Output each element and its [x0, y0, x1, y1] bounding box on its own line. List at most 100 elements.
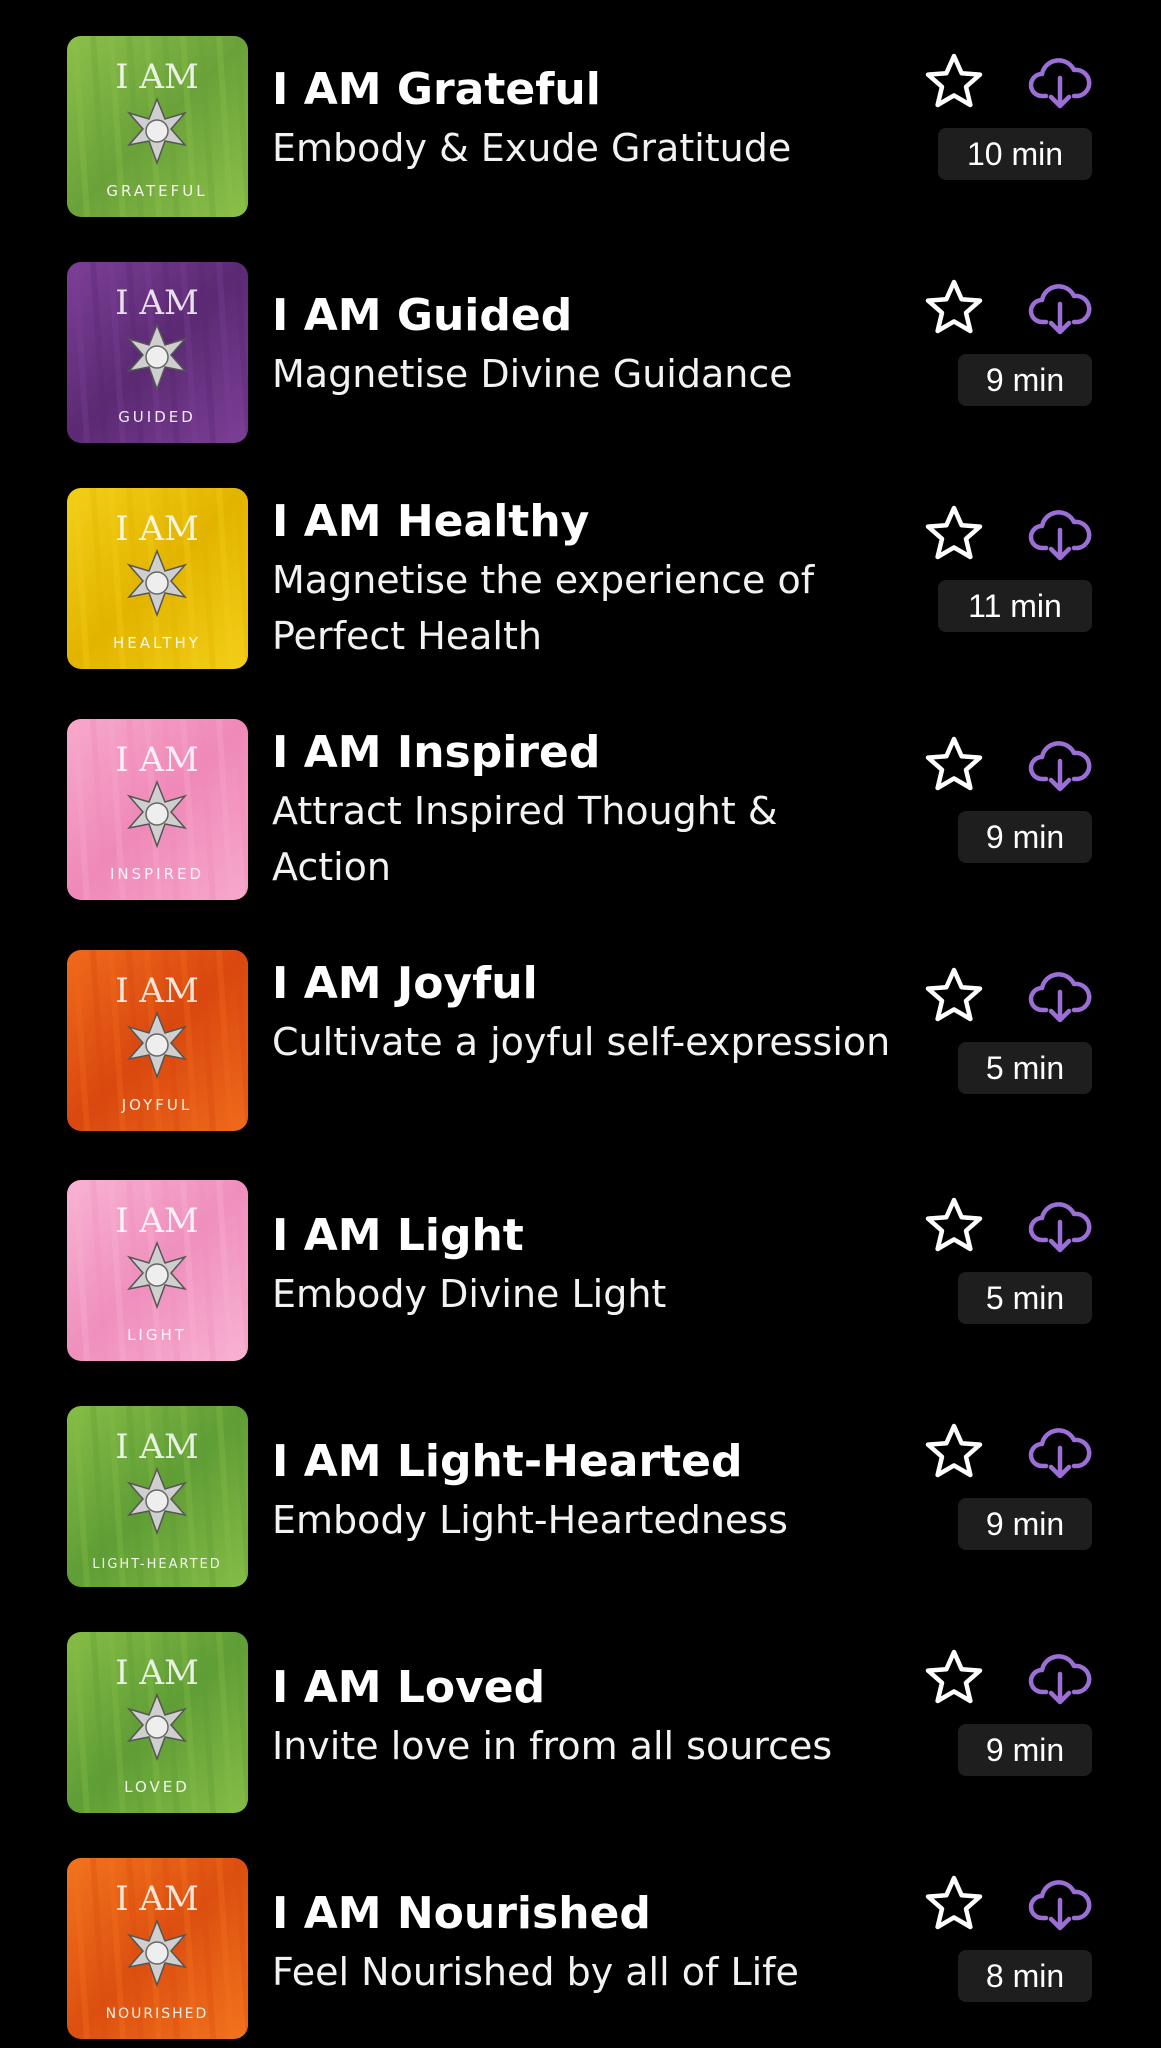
list-item[interactable]: I AM GUIDED I AM Guided Magnetise Divine…	[0, 262, 1161, 488]
meditation-subtitle: Magnetise Divine Guidance	[272, 352, 793, 396]
star-outline-icon[interactable]	[924, 966, 984, 1026]
star-outline-icon[interactable]	[924, 504, 984, 564]
artwork-image: I AM GRATEFUL	[67, 36, 248, 217]
artwork-bottom-text: HEALTHY	[113, 634, 201, 652]
meditation-title: I AM Inspired	[272, 727, 601, 778]
cloud-download-icon[interactable]	[1028, 1422, 1092, 1482]
meditation-subtitle: Attract Inspired Thought & Action	[272, 789, 778, 889]
star-outline-icon[interactable]	[924, 1196, 984, 1256]
artwork-top-text: I AM	[115, 57, 199, 97]
list-item[interactable]: I AM LOVED I AM Loved Invite love in fro…	[0, 1632, 1161, 1858]
meditation-subtitle: Embody Divine Light	[272, 1272, 667, 1316]
artwork-image: I AM LIGHT-HEARTED	[67, 1406, 248, 1587]
meditation-artwork[interactable]: I AM GRATEFUL	[67, 36, 248, 217]
list-item[interactable]: I AM HEALTHY I AM Healthy Magnetise the …	[0, 488, 1161, 714]
item-text[interactable]: I AM Light Embody Divine Light	[272, 1210, 892, 1322]
item-text[interactable]: I AM Inspired Attract Inspired Thought &…	[272, 727, 892, 895]
artwork-top-text: I AM	[115, 971, 199, 1011]
list-item[interactable]: I AM LIGHT-HEARTED I AM Light-Hearted Em…	[0, 1406, 1161, 1632]
artwork-image: I AM LOVED	[67, 1632, 248, 1813]
artwork-bottom-text: LOVED	[124, 1778, 190, 1796]
duration-badge: 10 min	[938, 128, 1092, 180]
meditation-subtitle: Embody Light-Heartedness	[272, 1498, 788, 1542]
meditation-title: I AM Nourished	[272, 1888, 651, 1939]
cloud-download-icon[interactable]	[1028, 278, 1092, 338]
cloud-download-icon[interactable]	[1028, 52, 1092, 112]
item-text[interactable]: I AM Light-Hearted Embody Light-Heartedn…	[272, 1436, 892, 1548]
cloud-download-icon[interactable]	[1028, 1874, 1092, 1934]
duration-badge: 9 min	[958, 1498, 1092, 1550]
meditation-subtitle: Cultivate a joyful self-expression	[272, 1020, 891, 1064]
artwork-image: I AM LIGHT	[67, 1180, 248, 1361]
meditation-artwork[interactable]: I AM LIGHT	[67, 1180, 248, 1361]
cloud-download-icon[interactable]	[1028, 504, 1092, 564]
duration-badge: 9 min	[958, 354, 1092, 406]
meditation-title: I AM Loved	[272, 1662, 546, 1713]
cloud-download-icon[interactable]	[1028, 966, 1092, 1026]
item-text[interactable]: I AM Healthy Magnetise the experience of…	[272, 496, 892, 664]
artwork-image: I AM HEALTHY	[67, 488, 248, 669]
star-outline-icon[interactable]	[924, 1648, 984, 1708]
artwork-image: I AM INSPIRED	[67, 719, 248, 900]
item-text[interactable]: I AM Guided Magnetise Divine Guidance	[272, 290, 892, 402]
meditation-subtitle: Feel Nourished by all of Life	[272, 1950, 799, 1994]
star-outline-icon[interactable]	[924, 52, 984, 112]
meditation-artwork[interactable]: I AM LIGHT-HEARTED	[67, 1406, 248, 1587]
meditation-subtitle: Magnetise the experience of Perfect Heal…	[272, 558, 815, 658]
meditation-subtitle: Embody & Exude Gratitude	[272, 126, 792, 170]
item-text[interactable]: I AM Loved Invite love in from all sourc…	[272, 1662, 892, 1774]
star-outline-icon[interactable]	[924, 1874, 984, 1934]
artwork-bottom-text: JOYFUL	[121, 1096, 193, 1114]
meditation-artwork[interactable]: I AM INSPIRED	[67, 719, 248, 900]
meditation-artwork[interactable]: I AM GUIDED	[67, 262, 248, 443]
meditation-artwork[interactable]: I AM LOVED	[67, 1632, 248, 1813]
duration-badge: 5 min	[958, 1042, 1092, 1094]
meditation-artwork[interactable]: I AM JOYFUL	[67, 950, 248, 1131]
duration-badge: 9 min	[958, 1724, 1092, 1776]
list-item[interactable]: I AM LIGHT I AM Light Embody Divine Ligh…	[0, 1180, 1161, 1406]
artwork-image: I AM NOURISHED	[67, 1858, 248, 2039]
artwork-top-text: I AM	[115, 740, 199, 780]
star-outline-icon[interactable]	[924, 1422, 984, 1482]
duration-badge: 11 min	[938, 580, 1092, 632]
artwork-top-text: I AM	[115, 1427, 199, 1467]
meditation-title: I AM Grateful	[272, 64, 601, 115]
list-item[interactable]: I AM JOYFUL I AM Joyful Cultivate a joyf…	[0, 950, 1161, 1176]
meditation-artwork[interactable]: I AM NOURISHED	[67, 1858, 248, 2039]
artwork-image: I AM JOYFUL	[67, 950, 248, 1131]
star-outline-icon[interactable]	[924, 735, 984, 795]
item-text[interactable]: I AM Grateful Embody & Exude Gratitude	[272, 64, 892, 176]
item-text[interactable]: I AM Nourished Feel Nourished by all of …	[272, 1888, 892, 2000]
cloud-download-icon[interactable]	[1028, 1196, 1092, 1256]
artwork-bottom-text: LIGHT	[127, 1326, 187, 1344]
list-item[interactable]: I AM NOURISHED I AM Nourished Feel Nouri…	[0, 1858, 1161, 2048]
cloud-download-icon[interactable]	[1028, 1648, 1092, 1708]
meditation-title: I AM Guided	[272, 290, 573, 341]
artwork-bottom-text: GRATEFUL	[106, 182, 207, 200]
artwork-bottom-text: NOURISHED	[106, 2006, 209, 2022]
artwork-top-text: I AM	[115, 1879, 199, 1919]
list-item[interactable]: I AM GRATEFUL I AM Grateful Embody & Exu…	[0, 36, 1161, 262]
artwork-bottom-text: GUIDED	[118, 408, 196, 426]
meditation-title: I AM Joyful	[272, 958, 538, 1009]
meditation-title: I AM Light-Hearted	[272, 1436, 743, 1487]
artwork-top-text: I AM	[115, 283, 199, 323]
meditation-artwork[interactable]: I AM HEALTHY	[67, 488, 248, 669]
artwork-bottom-text: INSPIRED	[110, 865, 204, 883]
star-outline-icon[interactable]	[924, 278, 984, 338]
duration-badge: 9 min	[958, 811, 1092, 863]
duration-badge: 5 min	[958, 1272, 1092, 1324]
meditation-subtitle: Invite love in from all sources	[272, 1724, 833, 1768]
artwork-top-text: I AM	[115, 509, 199, 549]
list-item[interactable]: I AM INSPIRED I AM Inspired Attract Insp…	[0, 719, 1161, 945]
item-text[interactable]: I AM Joyful Cultivate a joyful self-expr…	[272, 958, 892, 1070]
artwork-top-text: I AM	[115, 1653, 199, 1693]
meditation-list: I AM GRATEFUL I AM Grateful Embody & Exu…	[0, 0, 1161, 2048]
artwork-bottom-text: LIGHT-HEARTED	[92, 1557, 222, 1572]
duration-badge: 8 min	[958, 1950, 1092, 2002]
artwork-top-text: I AM	[115, 1201, 199, 1241]
meditation-title: I AM Light	[272, 1210, 524, 1261]
artwork-image: I AM GUIDED	[67, 262, 248, 443]
cloud-download-icon[interactable]	[1028, 735, 1092, 795]
meditation-title: I AM Healthy	[272, 496, 590, 547]
